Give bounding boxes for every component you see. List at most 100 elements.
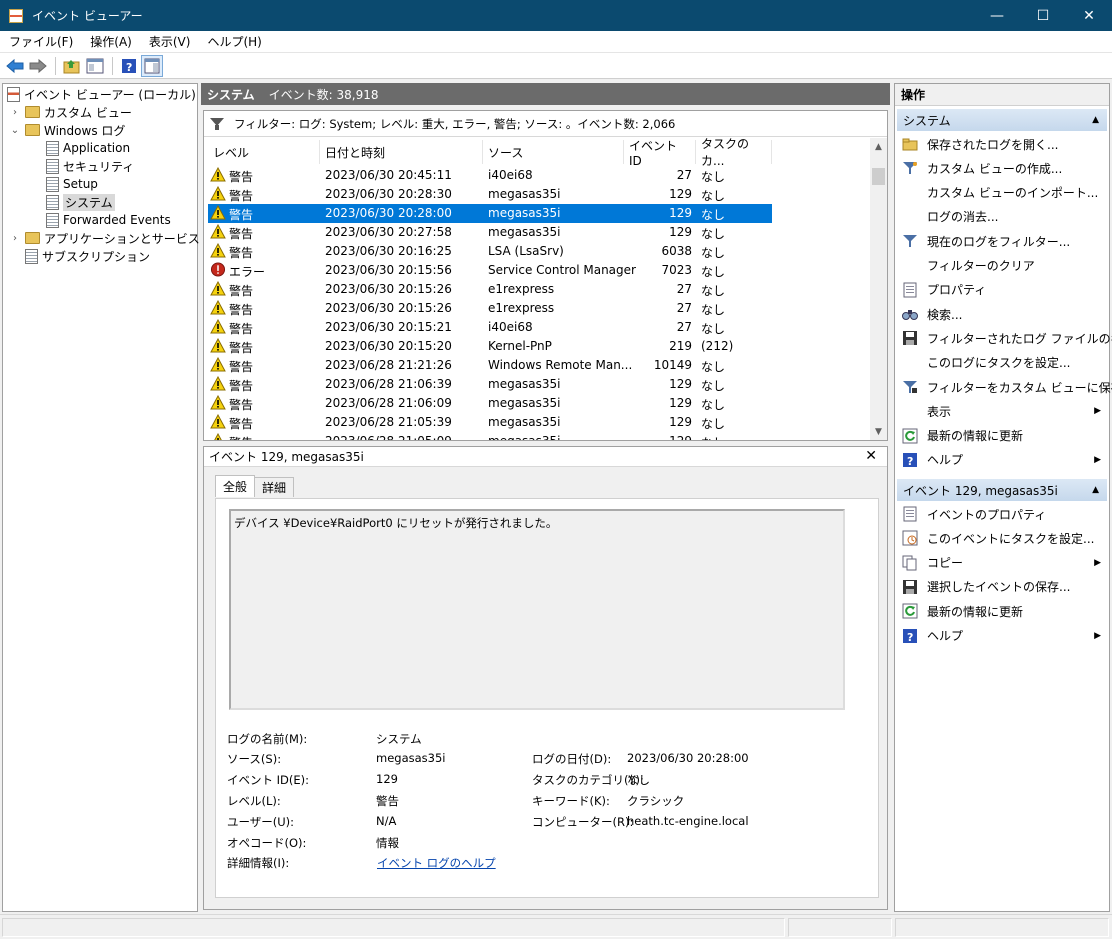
action-item[interactable]: ログの消去...	[897, 207, 1107, 227]
event-source: megasas35i	[488, 206, 561, 220]
action-item[interactable]: カスタム ビューのインポート...	[897, 183, 1107, 203]
column-event-id[interactable]: イベント ID	[624, 139, 696, 168]
column-source[interactable]: ソース	[483, 140, 624, 164]
action-item[interactable]: 選択したイベントの保存...	[897, 577, 1107, 597]
save-icon	[902, 330, 918, 346]
expand-chevron-icon[interactable]: ›	[9, 233, 21, 244]
tree-item-forwarded-events[interactable]: Forwarded Events	[46, 211, 171, 229]
help-button[interactable]: ?	[118, 55, 140, 77]
action-item[interactable]: このログにタスクを設定...	[897, 353, 1107, 373]
event-date: 2023/06/30 20:15:21	[325, 320, 452, 334]
actions-section-system[interactable]: システム ▲	[897, 109, 1107, 131]
event-description[interactable]: デバイス ¥Device¥RaidPort0 にリセットが発行されました。	[229, 509, 845, 710]
action-item[interactable]: 保存されたログを開く...	[897, 134, 1107, 154]
action-item[interactable]: フィルターをカスタム ビューに保存...	[897, 377, 1112, 397]
collapse-caret-icon[interactable]: ▲	[1092, 485, 1099, 495]
tree-item-windows-logs[interactable]: ⌄ Windows ログ	[9, 121, 126, 139]
action-item[interactable]: ? ヘルプ ▶	[897, 450, 1107, 470]
collapse-chevron-icon[interactable]: ⌄	[9, 125, 21, 136]
event-row[interactable]: 警告 2023/06/30 20:15:20 Kernel-PnP 219 (212)	[208, 337, 772, 356]
expand-chevron-icon[interactable]: ›	[9, 107, 21, 118]
menu-action[interactable]: 操作(A)	[81, 33, 140, 50]
event-row[interactable]: 警告 2023/06/28 21:06:09 megasas35i 129 なし	[208, 394, 772, 413]
event-row[interactable]: 警告 2023/06/28 21:21:26 Windows Remote Man.…	[208, 356, 772, 375]
event-id: 219	[669, 339, 692, 353]
event-row[interactable]: 警告 2023/06/28 21:06:39 megasas35i 129 なし	[208, 375, 772, 394]
action-item[interactable]: 最新の情報に更新	[897, 426, 1107, 446]
action-item[interactable]: 最新の情報に更新	[897, 601, 1107, 621]
event-row[interactable]: 警告 2023/06/30 20:15:21 i40ei68 27 なし	[208, 318, 772, 337]
event-task: (212)	[701, 339, 734, 353]
column-date[interactable]: 日付と時刻	[320, 140, 483, 164]
open-folder-icon	[902, 136, 918, 152]
forward-button[interactable]	[27, 55, 49, 77]
column-level[interactable]: レベル	[208, 140, 320, 164]
close-icon[interactable]: ✕	[865, 448, 877, 464]
action-item[interactable]: フィルターされたログ ファイルの名...	[897, 328, 1112, 348]
filter-create-icon	[902, 160, 918, 176]
menu-view[interactable]: 表示(V)	[140, 33, 199, 50]
event-level: 警告	[229, 227, 254, 241]
event-row[interactable]: 警告 2023/06/30 20:28:30 megasas35i 129 なし	[208, 185, 772, 204]
up-folder-button[interactable]	[61, 55, 83, 77]
tree-item-system[interactable]: システム	[46, 193, 115, 211]
collapse-caret-icon[interactable]: ▲	[1092, 115, 1099, 125]
tree-item-subscriptions[interactable]: サブスクリプション	[25, 247, 150, 265]
scroll-down-icon[interactable]: ▼	[870, 423, 887, 440]
tab-general[interactable]: 全般	[215, 475, 256, 497]
tree-item-security[interactable]: セキュリティ	[46, 157, 134, 175]
action-item[interactable]: 表示 ▶	[897, 401, 1107, 421]
event-source: megasas35i	[488, 415, 561, 429]
console-tree-icon	[86, 58, 104, 73]
back-button[interactable]	[4, 55, 26, 77]
event-id-value: 129	[376, 772, 398, 786]
action-label: ヘルプ	[927, 629, 964, 643]
tree-item-setup[interactable]: Setup	[46, 175, 98, 193]
minimize-button[interactable]: —	[974, 0, 1020, 31]
event-row[interactable]: 警告 2023/06/30 20:28:00 megasas35i 129 なし	[208, 204, 772, 223]
menu-file[interactable]: ファイル(F)	[0, 33, 81, 50]
event-id: 27	[676, 168, 692, 182]
menu-help[interactable]: ヘルプ(H)	[198, 33, 269, 50]
level-label: レベル(L):	[227, 794, 281, 808]
scroll-thumb[interactable]	[872, 168, 885, 185]
action-item[interactable]: 検索...	[897, 304, 1107, 324]
event-row[interactable]: 警告 2023/06/30 20:45:11 i40ei68 27 なし	[208, 166, 772, 185]
tree-item-custom-views[interactable]: › カスタム ビュー	[9, 103, 132, 121]
error-icon	[210, 262, 226, 277]
show-hide-tree-button[interactable]	[84, 55, 106, 77]
action-label: 保存されたログを開く...	[927, 137, 1059, 152]
show-action-pane-button[interactable]	[141, 54, 163, 77]
event-row[interactable]: 警告 2023/06/30 20:16:25 LSA (LsaSrv) 6038 なし	[208, 242, 772, 261]
action-item[interactable]: コピー ▶	[897, 553, 1107, 573]
event-row[interactable]: 警告 2023/06/30 20:15:26 e1rexpress 27 なし	[208, 299, 772, 318]
action-item[interactable]: ? ヘルプ ▶	[897, 626, 1107, 646]
action-item[interactable]: イベントのプロパティ	[897, 504, 1107, 524]
event-list-scrollbar[interactable]: ▲ ▼	[870, 138, 887, 440]
action-item[interactable]: 現在のログをフィルター...	[897, 231, 1107, 251]
tree-item-app-services-logs[interactable]: › アプリケーションとサービス ログ	[9, 229, 228, 247]
event-task: なし	[701, 265, 726, 279]
event-row[interactable]: エラー 2023/06/30 20:15:56 Service Control Ma…	[208, 261, 772, 280]
filter-bar: フィルター: ログ: System; レベル: 重大, エラー, 警告; ソース…	[204, 111, 887, 137]
scroll-up-icon[interactable]: ▲	[870, 138, 887, 155]
actions-section-event[interactable]: イベント 129, megasas35i ▲	[897, 479, 1107, 501]
tree-item-application[interactable]: Application	[46, 139, 130, 157]
properties-icon	[902, 282, 918, 298]
column-task-category[interactable]: タスクのカ...	[696, 137, 772, 168]
action-item[interactable]: カスタム ビューの作成...	[897, 158, 1107, 178]
action-item[interactable]: フィルターのクリア	[897, 256, 1107, 276]
close-button[interactable]: ✕	[1066, 0, 1112, 31]
event-row[interactable]: 警告 2023/06/30 20:15:26 e1rexpress 27 なし	[208, 280, 772, 299]
action-item[interactable]: このイベントにタスクを設定...	[897, 528, 1107, 548]
folder-icon	[25, 232, 40, 244]
event-row[interactable]: 警告 2023/06/28 21:05:09 megasas35i 129 なし	[208, 432, 772, 440]
event-row[interactable]: 警告 2023/06/30 20:27:58 megasas35i 129 なし	[208, 223, 772, 242]
maximize-button[interactable]: ☐	[1020, 0, 1066, 31]
tree-item-root[interactable]: イベント ビューアー (ローカル)	[7, 85, 196, 103]
event-row[interactable]: 警告 2023/06/28 21:05:39 megasas35i 129 なし	[208, 413, 772, 432]
event-log-help-link[interactable]: イベント ログのヘルプ	[377, 855, 496, 871]
tab-details[interactable]: 詳細	[254, 477, 295, 497]
action-item[interactable]: プロパティ	[897, 280, 1107, 300]
event-level: 警告	[229, 208, 254, 222]
